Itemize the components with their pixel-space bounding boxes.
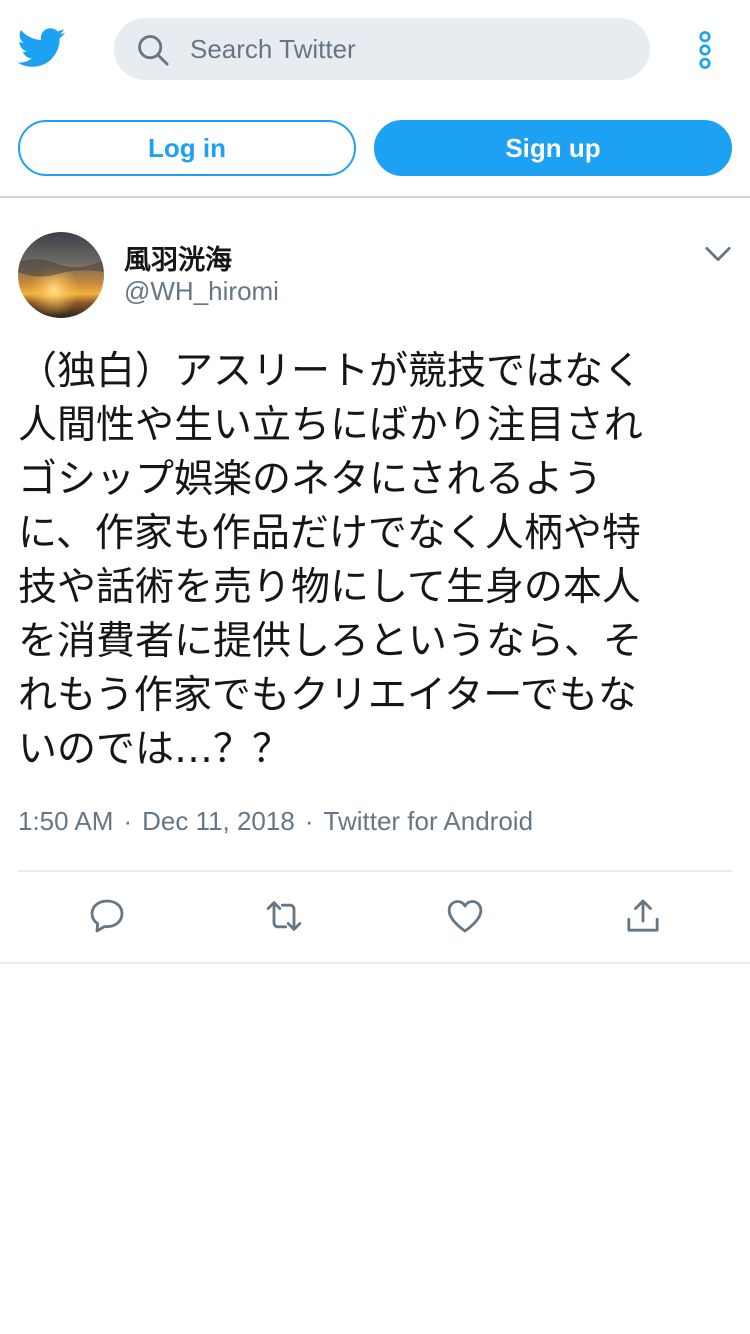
login-button[interactable]: Log in xyxy=(18,120,356,176)
tweet-meta: 1:50 AM · Dec 11, 2018 · Twitter for Android xyxy=(18,806,533,837)
tweet-actions xyxy=(0,872,750,962)
more-vertical-icon[interactable] xyxy=(692,30,718,70)
top-bar: Log in Sign up xyxy=(0,0,750,198)
meta-separator: · xyxy=(304,806,314,836)
tweet-time[interactable]: 1:50 AM xyxy=(18,806,113,836)
search-bar[interactable] xyxy=(114,18,650,80)
reply-icon[interactable] xyxy=(87,896,127,936)
author-handle[interactable]: @WH_hiromi xyxy=(124,276,279,307)
share-icon[interactable] xyxy=(623,896,663,936)
chevron-down-icon[interactable] xyxy=(704,244,732,264)
retweet-icon[interactable] xyxy=(264,896,304,936)
heart-icon[interactable] xyxy=(445,896,485,936)
signup-button[interactable]: Sign up xyxy=(374,120,732,176)
search-icon xyxy=(138,35,169,66)
tweet-page: Log in Sign up 風羽洸海 @WH_hiromi （独白）アスリート… xyxy=(0,0,750,1334)
twitter-bird-icon[interactable] xyxy=(18,28,66,68)
tweet-date[interactable]: Dec 11, 2018 xyxy=(142,806,295,836)
avatar[interactable] xyxy=(18,232,104,318)
tweet-source[interactable]: Twitter for Android xyxy=(324,806,534,836)
author-name[interactable]: 風羽洸海 xyxy=(124,238,232,277)
tweet-text: （独白）アスリートが競技ではなく 人間性や生い立ちにばかり注目され ゴシップ娯楽… xyxy=(18,349,643,772)
meta-separator: · xyxy=(123,806,133,836)
divider xyxy=(0,962,750,964)
search-input[interactable] xyxy=(190,18,630,80)
